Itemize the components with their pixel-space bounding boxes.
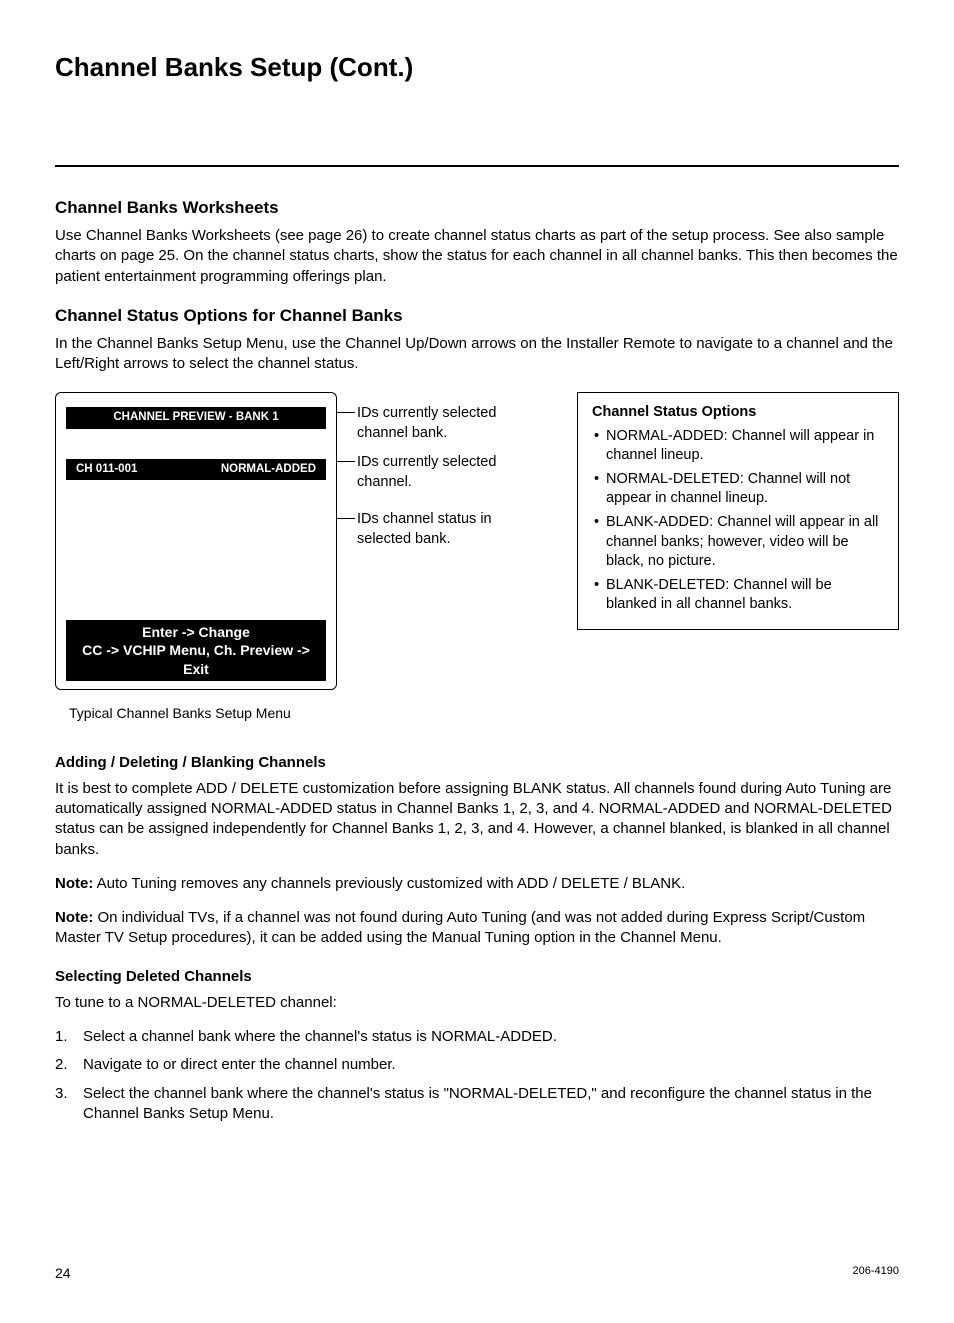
worksheets-heading: Channel Banks Worksheets bbox=[55, 197, 899, 220]
status-options-box: Channel Status Options NORMAL-ADDED: Cha… bbox=[577, 392, 899, 630]
adding-note1: Note: Auto Tuning removes any channels p… bbox=[55, 874, 899, 894]
note2-text: On individual TVs, if a channel was not … bbox=[55, 909, 865, 946]
channel-banks-menu: CHANNEL PREVIEW - BANK 1 CH 011-001 NORM… bbox=[55, 392, 337, 690]
divider bbox=[55, 165, 899, 167]
doc-number: 206-4190 bbox=[853, 1264, 900, 1279]
page-footer: 24 206-4190 bbox=[55, 1264, 899, 1283]
status-box-title: Channel Status Options bbox=[592, 403, 884, 423]
worksheets-body: Use Channel Banks Worksheets (see page 2… bbox=[55, 226, 899, 287]
menu-status: NORMAL-ADDED bbox=[221, 462, 316, 478]
note-label: Note: bbox=[55, 909, 93, 926]
callout-1: IDs currently selected channel bank. bbox=[357, 404, 537, 443]
status-options-heading: Channel Status Options for Channel Banks bbox=[55, 305, 899, 328]
selecting-intro: To tune to a NORMAL-DELETED channel: bbox=[55, 993, 899, 1013]
menu-title: CHANNEL PREVIEW - BANK 1 bbox=[66, 407, 326, 429]
page-title: Channel Banks Setup (Cont.) bbox=[55, 50, 899, 105]
status-item: NORMAL-ADDED: Channel will appear in cha… bbox=[592, 427, 884, 466]
menu-caption: Typical Channel Banks Setup Menu bbox=[69, 704, 337, 723]
selecting-steps: Select a channel bank where the channel'… bbox=[55, 1027, 899, 1124]
step: Select the channel bank where the channe… bbox=[55, 1084, 899, 1125]
note-label: Note: bbox=[55, 875, 93, 892]
callout-2: IDs currently selected channel. bbox=[357, 453, 537, 492]
adding-body: It is best to complete ADD / DELETE cust… bbox=[55, 779, 899, 860]
menu-channel: CH 011-001 bbox=[76, 462, 137, 478]
note1-text: Auto Tuning removes any channels previou… bbox=[93, 875, 685, 892]
callouts: IDs currently selected channel bank. IDs… bbox=[357, 392, 537, 559]
menu-footer-1: Enter -> Change bbox=[72, 623, 320, 641]
status-item: NORMAL-DELETED: Channel will not appear … bbox=[592, 470, 884, 509]
menu-footer-2: CC -> VCHIP Menu, Ch. Preview -> Exit bbox=[72, 641, 320, 677]
menu-footer: Enter -> Change CC -> VCHIP Menu, Ch. Pr… bbox=[66, 620, 326, 681]
adding-heading: Adding / Deleting / Blanking Channels bbox=[55, 753, 899, 773]
callout-3: IDs channel status in selected bank. bbox=[357, 510, 537, 549]
menu-channel-row: CH 011-001 NORMAL-ADDED bbox=[66, 459, 326, 481]
status-item: BLANK-ADDED: Channel will appear in all … bbox=[592, 513, 884, 572]
step: Navigate to or direct enter the channel … bbox=[55, 1055, 899, 1075]
adding-note2: Note: On individual TVs, if a channel wa… bbox=[55, 908, 899, 949]
page-number: 24 bbox=[55, 1265, 71, 1281]
step: Select a channel bank where the channel'… bbox=[55, 1027, 899, 1047]
status-options-body: In the Channel Banks Setup Menu, use the… bbox=[55, 334, 899, 375]
status-item: BLANK-DELETED: Channel will be blanked i… bbox=[592, 576, 884, 615]
selecting-heading: Selecting Deleted Channels bbox=[55, 967, 899, 987]
